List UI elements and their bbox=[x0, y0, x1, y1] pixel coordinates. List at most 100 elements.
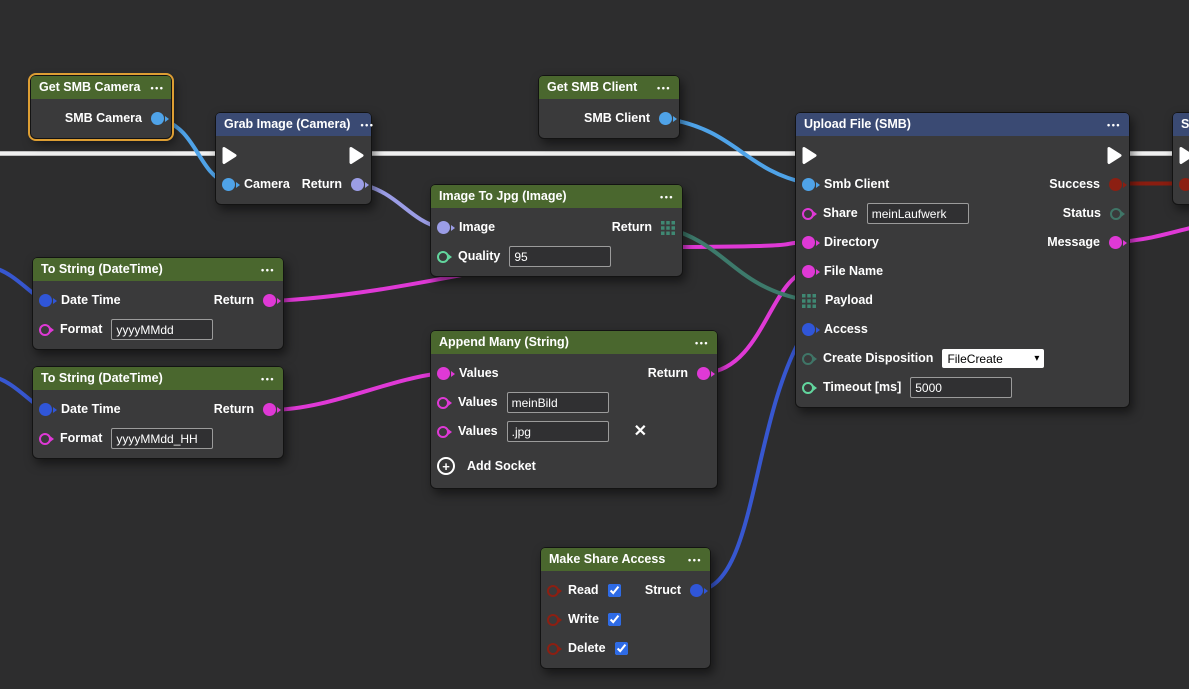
node-to-string-2[interactable]: To String (DateTime) ••• Date Time Retur… bbox=[32, 366, 284, 459]
create-disposition-select[interactable]: FileCreate ▾ bbox=[942, 349, 1044, 368]
input-pin-camera[interactable] bbox=[222, 178, 235, 191]
exec-in-pin-icon[interactable] bbox=[1179, 146, 1189, 165]
input-pin-create-disposition[interactable] bbox=[802, 353, 814, 365]
node-append-many[interactable]: Append Many (String) ••• Values Return V… bbox=[430, 330, 718, 489]
add-socket-button[interactable]: + Add Socket bbox=[437, 457, 536, 475]
wire-tostring2-return-to-values[interactable] bbox=[272, 373, 441, 410]
menu-dots-icon[interactable]: ••• bbox=[261, 265, 275, 275]
output-pin-return[interactable] bbox=[697, 367, 710, 380]
node-to-string-1[interactable]: To String (DateTime) ••• Date Time Retur… bbox=[32, 257, 284, 350]
input-pin-date-time[interactable] bbox=[39, 403, 52, 416]
format-input[interactable] bbox=[111, 428, 213, 449]
node-make-share-access[interactable]: Make Share Access ••• Read Struct Write … bbox=[540, 547, 711, 669]
input-pin-image[interactable] bbox=[437, 221, 450, 234]
node-header[interactable]: Get SMB Client ••• bbox=[539, 76, 679, 99]
node-header[interactable]: Make Share Access ••• bbox=[541, 548, 710, 571]
output-pin-return[interactable] bbox=[351, 178, 364, 191]
exec-in-pin-icon[interactable] bbox=[802, 146, 817, 165]
share-input[interactable] bbox=[867, 203, 969, 224]
output-pin-struct[interactable] bbox=[690, 584, 703, 597]
input-pin-file-name[interactable] bbox=[802, 265, 815, 278]
pin-label: Success bbox=[1049, 178, 1100, 191]
input-pin-values-2[interactable] bbox=[437, 397, 449, 409]
node-header[interactable]: Image To Jpg (Image) ••• bbox=[431, 185, 682, 208]
node-header[interactable]: Append Many (String) ••• bbox=[431, 331, 717, 354]
pin-row: Values bbox=[431, 388, 717, 417]
input-pin-access[interactable] bbox=[802, 323, 815, 336]
node-upload-file[interactable]: Upload File (SMB) ••• Smb Client Success… bbox=[795, 112, 1130, 408]
delete-checkbox[interactable] bbox=[615, 642, 628, 655]
output-pin-smb-client[interactable] bbox=[659, 112, 672, 125]
node-header[interactable]: Get SMB Camera ••• bbox=[31, 76, 171, 99]
input-pin-format[interactable] bbox=[39, 433, 51, 445]
output-pin-return[interactable] bbox=[263, 403, 276, 416]
pin-label: Format bbox=[60, 323, 102, 336]
node-title: To String (DateTime) bbox=[41, 263, 163, 276]
node-header[interactable]: Upload File (SMB) ••• bbox=[796, 113, 1129, 136]
input-pin-read[interactable] bbox=[547, 585, 559, 597]
values-input-2[interactable] bbox=[507, 392, 609, 413]
node-partial-right[interactable]: S bbox=[1172, 112, 1189, 205]
menu-dots-icon[interactable]: ••• bbox=[688, 555, 702, 565]
output-pin-status[interactable] bbox=[1110, 208, 1122, 220]
quality-input[interactable] bbox=[509, 246, 611, 267]
plus-circle-icon: + bbox=[437, 457, 455, 475]
node-get-smb-client[interactable]: Get SMB Client ••• SMB Client bbox=[538, 75, 680, 139]
pin-label: Values bbox=[458, 396, 498, 409]
node-graph-canvas[interactable]: Get SMB Camera ••• SMB Camera Grab Image… bbox=[0, 0, 1189, 689]
format-input[interactable] bbox=[111, 319, 213, 340]
pin-row: Share Status bbox=[796, 199, 1129, 228]
input-pin-write[interactable] bbox=[547, 614, 559, 626]
pin-label: Values bbox=[458, 425, 498, 438]
pin-label: Status bbox=[1063, 207, 1101, 220]
add-socket-row: + Add Socket bbox=[431, 449, 717, 483]
node-image-to-jpg[interactable]: Image To Jpg (Image) ••• Image Return Qu… bbox=[430, 184, 683, 277]
menu-dots-icon[interactable]: ••• bbox=[657, 83, 671, 93]
exec-row bbox=[796, 141, 1129, 170]
pin-label: Timeout [ms] bbox=[823, 381, 901, 394]
input-pin-values-3[interactable] bbox=[437, 426, 449, 438]
output-pin-success[interactable] bbox=[1109, 178, 1122, 191]
input-pin-share[interactable] bbox=[802, 208, 814, 220]
read-checkbox[interactable] bbox=[608, 584, 621, 597]
pin-label: Directory bbox=[824, 236, 879, 249]
write-checkbox[interactable] bbox=[608, 613, 621, 626]
node-header[interactable]: S bbox=[1173, 113, 1189, 136]
node-header[interactable]: To String (DateTime) ••• bbox=[33, 258, 283, 281]
timeout-input[interactable] bbox=[910, 377, 1012, 398]
output-pin-return[interactable] bbox=[263, 294, 276, 307]
input-pin-bool[interactable] bbox=[1179, 178, 1189, 191]
menu-dots-icon[interactable]: ••• bbox=[261, 374, 275, 384]
menu-dots-icon[interactable]: ••• bbox=[660, 192, 674, 202]
menu-dots-icon[interactable]: ••• bbox=[695, 338, 709, 348]
values-input-3[interactable] bbox=[507, 421, 609, 442]
input-pin-format[interactable] bbox=[39, 324, 51, 336]
output-pin-message[interactable] bbox=[1109, 236, 1122, 249]
grid-pin-return[interactable] bbox=[661, 221, 675, 235]
node-grab-image[interactable]: Grab Image (Camera) ••• Camera Return bbox=[215, 112, 372, 205]
wire-smb-client-to-smb-client[interactable] bbox=[668, 119, 806, 183]
node-header[interactable]: Grab Image (Camera) ••• bbox=[216, 113, 371, 136]
input-pin-quality[interactable] bbox=[437, 251, 449, 263]
remove-socket-icon[interactable]: ✕ bbox=[634, 424, 647, 440]
exec-out-pin-icon[interactable] bbox=[1107, 146, 1122, 165]
input-pin-timeout[interactable] bbox=[802, 382, 814, 394]
wire-grab-return-to-image[interactable] bbox=[360, 184, 441, 228]
exec-out-pin-icon[interactable] bbox=[349, 146, 364, 165]
exec-in-pin-icon[interactable] bbox=[222, 146, 237, 165]
grid-pin-payload[interactable] bbox=[802, 294, 816, 308]
input-pin-smb-client[interactable] bbox=[802, 178, 815, 191]
input-pin-delete[interactable] bbox=[547, 643, 559, 655]
input-pin-values-1[interactable] bbox=[437, 367, 450, 380]
node-title: Make Share Access bbox=[549, 553, 665, 566]
output-pin-smb-camera[interactable] bbox=[151, 112, 164, 125]
pin-label: Return bbox=[302, 178, 342, 191]
pin-label: Smb Client bbox=[824, 178, 889, 191]
input-pin-date-time[interactable] bbox=[39, 294, 52, 307]
node-header[interactable]: To String (DateTime) ••• bbox=[33, 367, 283, 390]
node-get-smb-camera[interactable]: Get SMB Camera ••• SMB Camera bbox=[30, 75, 172, 139]
menu-dots-icon[interactable]: ••• bbox=[150, 83, 164, 93]
input-pin-directory[interactable] bbox=[802, 236, 815, 249]
menu-dots-icon[interactable]: ••• bbox=[1107, 120, 1121, 130]
menu-dots-icon[interactable]: ••• bbox=[360, 120, 374, 130]
